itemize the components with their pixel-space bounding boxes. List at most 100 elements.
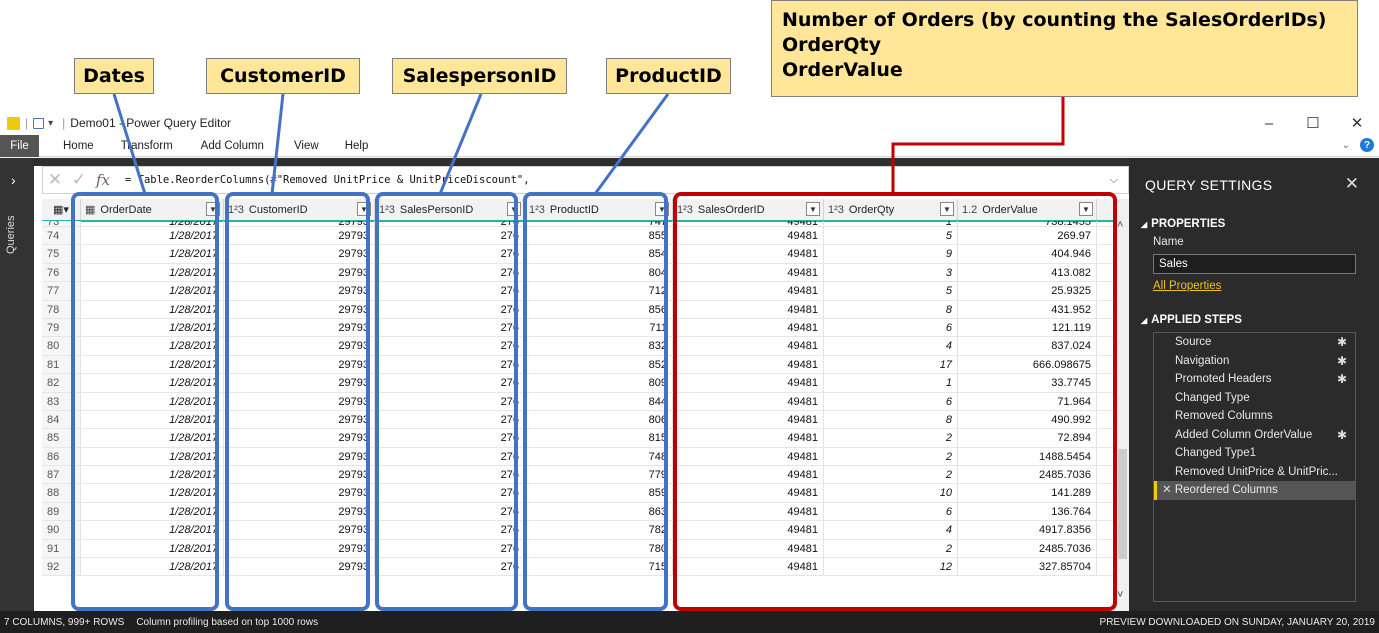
table-row[interactable]: 74 1/28/2017 29793 276 855 49481 5 269.97 <box>42 227 1114 246</box>
table-cell[interactable]: 863 <box>525 502 673 521</box>
applied-step-removed-columns[interactable]: Removed Columns <box>1154 407 1355 426</box>
table-row[interactable]: 82 1/28/2017 29793 276 809 49481 1 33.7745 <box>42 374 1114 393</box>
table-cell[interactable]: 1/28/2017 <box>81 374 224 392</box>
table-cell[interactable]: 276 <box>375 466 525 484</box>
table-cell[interactable]: 1 <box>824 221 958 226</box>
table-cell[interactable]: 815 <box>525 429 673 447</box>
tab-file[interactable]: File <box>0 134 39 157</box>
expand-queries-icon[interactable]: › <box>11 172 16 188</box>
column-filter-dropdown-icon[interactable]: ▼ <box>357 202 371 216</box>
table-cell[interactable]: 276 <box>375 447 525 466</box>
ribbon-collapse-icon[interactable]: ⌄ <box>1342 140 1350 151</box>
applied-step-added-column-ordervalue[interactable]: Added Column OrderValue ✱ <box>1154 426 1355 445</box>
close-settings-icon[interactable]: ✕ <box>1345 174 1359 194</box>
table-cell[interactable]: 404.946 <box>958 245 1097 263</box>
table-cell[interactable]: 29793 <box>224 245 375 263</box>
table-cell[interactable]: 1/28/2017 <box>81 263 224 282</box>
table-cell[interactable]: 5 <box>824 282 958 300</box>
save-icon[interactable] <box>33 117 45 129</box>
table-cell[interactable]: 72.894 <box>958 429 1097 447</box>
applied-step-promoted-headers[interactable]: Promoted Headers ✱ <box>1154 370 1355 389</box>
table-cell[interactable]: 12 <box>824 558 958 576</box>
table-row[interactable]: 86 1/28/2017 29793 276 748 49481 2 1488.5454 <box>42 447 1114 467</box>
table-cell[interactable]: 49481 <box>673 392 824 410</box>
table-row[interactable]: 84 1/28/2017 29793 276 806 49481 8 490.992 <box>42 410 1114 430</box>
table-row[interactable]: 77 1/28/2017 29793 276 712 49481 5 25.9325 <box>42 282 1114 301</box>
table-cell[interactable]: 747 <box>525 221 673 226</box>
column-type-icon[interactable]: 1²3 <box>379 204 395 216</box>
table-cell[interactable]: 854 <box>525 245 673 263</box>
table-cell[interactable]: 276 <box>375 263 525 282</box>
table-row[interactable]: 76 1/28/2017 29793 276 804 49481 3 413.082 <box>42 263 1114 283</box>
minimize-button[interactable]: – <box>1247 111 1291 135</box>
table-cell[interactable]: 49481 <box>673 245 824 263</box>
scroll-up-icon[interactable]: ˄ <box>1117 219 1123 231</box>
table-cell[interactable]: 29793 <box>224 558 375 576</box>
table-row[interactable]: 78 1/28/2017 29793 276 856 49481 8 431.952 <box>42 300 1114 319</box>
column-header-salespersonid[interactable]: 1²3 SalesPersonID ▼ <box>375 199 525 220</box>
column-header-customerid[interactable]: 1²3 CustomerID ▼ <box>224 199 375 220</box>
table-cell[interactable]: 1/28/2017 <box>81 282 224 300</box>
table-cell[interactable]: 269.97 <box>958 227 1097 245</box>
confirm-formula-icon[interactable]: ✓ <box>67 170 91 190</box>
table-cell[interactable]: 276 <box>375 539 525 558</box>
table-cell[interactable]: 712 <box>525 282 673 300</box>
table-cell[interactable]: 29793 <box>224 539 375 558</box>
table-cell[interactable]: 49481 <box>673 227 824 245</box>
table-cell[interactable]: 276 <box>375 392 525 410</box>
table-cell[interactable]: 29793 <box>224 318 375 337</box>
table-cell[interactable]: 1/28/2017 <box>81 221 224 226</box>
table-cell[interactable]: 10 <box>824 484 958 502</box>
column-filter-dropdown-icon[interactable]: ▼ <box>806 202 820 216</box>
table-cell[interactable]: 29793 <box>224 392 375 410</box>
table-cell[interactable]: 1/28/2017 <box>81 337 224 355</box>
table-cell[interactable]: 1/28/2017 <box>81 300 224 318</box>
table-cell[interactable]: 715 <box>525 558 673 576</box>
column-filter-dropdown-icon[interactable]: ▼ <box>655 202 669 216</box>
table-cell[interactable]: 29793 <box>224 521 375 539</box>
table-cell[interactable]: 3 <box>824 263 958 282</box>
quick-access-dropdown-icon[interactable]: ▾ <box>48 118 53 129</box>
table-cell[interactable]: 276 <box>375 558 525 576</box>
fx-icon[interactable]: fx <box>91 171 115 189</box>
table-cell[interactable]: 4917.8356 <box>958 521 1097 539</box>
table-cell[interactable]: 856 <box>525 300 673 318</box>
table-cell[interactable]: 49481 <box>673 355 824 374</box>
table-cell[interactable]: 29793 <box>224 374 375 392</box>
table-cell[interactable]: 1/28/2017 <box>81 539 224 558</box>
table-cell[interactable]: 49481 <box>673 484 824 502</box>
table-cell[interactable]: 1 <box>824 374 958 392</box>
table-cell[interactable]: 276 <box>375 355 525 374</box>
table-cell[interactable]: 276 <box>375 300 525 318</box>
table-cell[interactable]: 121.119 <box>958 318 1097 337</box>
table-cell[interactable]: 844 <box>525 392 673 410</box>
table-row[interactable]: 88 1/28/2017 29793 276 859 49481 10 141.289 <box>42 484 1114 503</box>
table-cell[interactable]: 1/28/2017 <box>81 410 224 429</box>
table-cell[interactable]: 276 <box>375 484 525 502</box>
table-cell[interactable]: 1/28/2017 <box>81 447 224 466</box>
table-cell[interactable]: 837.024 <box>958 337 1097 355</box>
column-filter-dropdown-icon[interactable]: ▼ <box>206 202 220 216</box>
column-type-icon[interactable]: 1²3 <box>228 204 244 216</box>
table-row[interactable]: 90 1/28/2017 29793 276 782 49481 4 4917.8356 <box>42 521 1114 540</box>
table-cell[interactable]: 1/28/2017 <box>81 227 224 245</box>
table-cell[interactable]: 17 <box>824 355 958 374</box>
table-cell[interactable]: 1/28/2017 <box>81 521 224 539</box>
delete-step-icon[interactable]: ✕ <box>1162 484 1175 496</box>
table-cell[interactable]: 806 <box>525 410 673 429</box>
table-row[interactable]: 80 1/28/2017 29793 276 832 49481 4 837.024 <box>42 337 1114 356</box>
all-properties-link[interactable]: All Properties <box>1153 280 1221 292</box>
table-cell[interactable]: 780 <box>525 539 673 558</box>
applied-step-source[interactable]: Source ✱ <box>1154 333 1355 352</box>
table-cell[interactable]: 431.952 <box>958 300 1097 318</box>
table-row[interactable]: 83 1/28/2017 29793 276 844 49481 6 71.964 <box>42 392 1114 411</box>
table-cell[interactable]: 29793 <box>224 263 375 282</box>
queries-pane[interactable]: › Queries <box>0 158 34 611</box>
table-cell[interactable]: 49481 <box>673 521 824 539</box>
table-cell[interactable]: 738.1455 <box>958 221 1097 226</box>
table-cell[interactable]: 2 <box>824 447 958 466</box>
table-row[interactable]: 87 1/28/2017 29793 276 779 49481 2 2485.7036 <box>42 466 1114 485</box>
applied-step-changed-type1[interactable]: Changed Type1 <box>1154 444 1355 463</box>
cancel-formula-icon[interactable]: ✕ <box>43 170 67 190</box>
applied-step-changed-type[interactable]: Changed Type <box>1154 389 1355 408</box>
